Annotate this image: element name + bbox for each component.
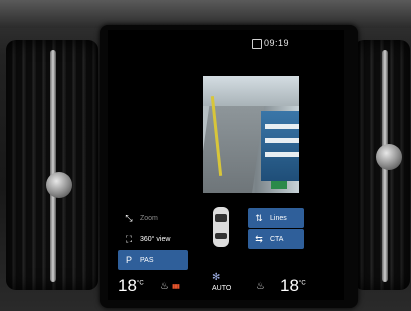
- left-vent-knob: [46, 172, 72, 198]
- camera-green-marker: [271, 181, 287, 189]
- pas-label: PAS: [140, 256, 154, 264]
- cta-label: CTA: [270, 235, 284, 243]
- left-air-vent: [6, 40, 98, 290]
- fan-auto-label[interactable]: AUTO: [212, 285, 231, 292]
- infotainment-screen: 09:19 ⤡ Zoom ⛶ 360° view P PAS ⇅ Lines ⇆…: [108, 30, 344, 300]
- 360-view-button[interactable]: ⛶ 360° view: [118, 229, 188, 249]
- pas-button[interactable]: P PAS: [118, 250, 188, 270]
- zoom-icon: ⤡: [125, 212, 133, 223]
- right-vent-knob: [376, 144, 402, 170]
- camera-sky-building: [203, 76, 299, 106]
- dashboard-top: [0, 0, 411, 28]
- camera-vehicle-stripe: [265, 152, 299, 157]
- zoom-label: Zoom: [140, 214, 158, 222]
- climate-bar: 18°C ♨ ▮▮▮ ✻ AUTO ♨ 18°C: [108, 268, 344, 300]
- left-temperature[interactable]: 18°C: [118, 276, 144, 296]
- profile-icon[interactable]: [252, 39, 262, 49]
- 360-view-label: 360° view: [140, 235, 171, 243]
- parking-assist-icon: P: [125, 255, 132, 265]
- clock: 09:19: [264, 38, 290, 48]
- guide-lines-icon: ⇅: [255, 212, 263, 223]
- fan-icon[interactable]: ✻: [212, 272, 220, 283]
- lines-label: Lines: [270, 214, 287, 222]
- left-vent-slider-bar: [50, 50, 56, 282]
- left-temp-unit: °C: [136, 280, 144, 287]
- camera-view[interactable]: [203, 76, 299, 193]
- camera-vehicle-stripe: [265, 124, 299, 129]
- cross-traffic-icon: ⇆: [255, 233, 263, 244]
- display-frame: 09:19 ⤡ Zoom ⛶ 360° view P PAS ⇅ Lines ⇆…: [100, 25, 358, 308]
- car-top-view-icon: [213, 207, 229, 247]
- camera-adjacent-vehicle: [261, 111, 299, 181]
- camera-360-icon: ⛶: [125, 233, 133, 244]
- camera-vehicle-stripe: [265, 138, 299, 143]
- right-temp-unit: °C: [298, 280, 306, 287]
- right-temp-value: 18: [280, 276, 299, 295]
- right-temperature[interactable]: 18°C: [280, 276, 306, 296]
- zoom-button[interactable]: ⤡ Zoom: [118, 208, 188, 228]
- left-seat-heat-icon[interactable]: ♨: [160, 281, 169, 292]
- right-air-vent: [354, 40, 410, 290]
- lines-button[interactable]: ⇅ Lines: [248, 208, 304, 228]
- camera-road-surface: [203, 106, 265, 193]
- cta-button[interactable]: ⇆ CTA: [248, 229, 304, 249]
- left-seat-heat-level: ▮▮▮: [172, 284, 180, 290]
- right-seat-heat-icon[interactable]: ♨: [256, 281, 265, 292]
- car-interior-photo: 09:19 ⤡ Zoom ⛶ 360° view P PAS ⇅ Lines ⇆…: [0, 0, 411, 311]
- left-temp-value: 18: [118, 276, 137, 295]
